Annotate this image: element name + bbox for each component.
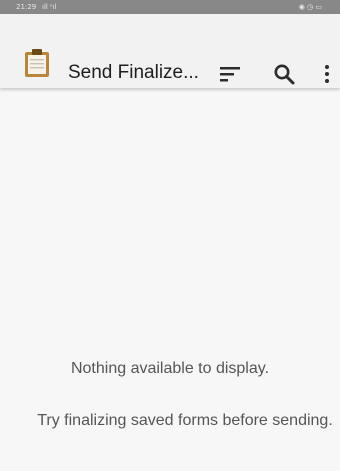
page-title: Send Finalize...: [68, 62, 199, 83]
app-toolbar: Send Finalize...: [0, 14, 340, 88]
more-vert-icon[interactable]: [315, 62, 339, 86]
status-right-icons: ◉ ◷ ▭: [298, 3, 322, 11]
content-area: Nothing available to display. Try finali…: [0, 88, 340, 471]
status-signal-icons: ıll ᶻıl: [42, 3, 57, 11]
clipboard-icon: [25, 49, 49, 77]
status-bar: 21:29 ıll ᶻıl ◉ ◷ ▭: [0, 0, 340, 14]
sort-icon[interactable]: [218, 62, 242, 86]
empty-state-title: Nothing available to display.: [70, 360, 270, 377]
empty-state-hint: Try finalizing saved forms before sendin…: [37, 412, 333, 429]
status-time: 21:29: [16, 3, 37, 11]
search-icon[interactable]: [272, 62, 296, 86]
